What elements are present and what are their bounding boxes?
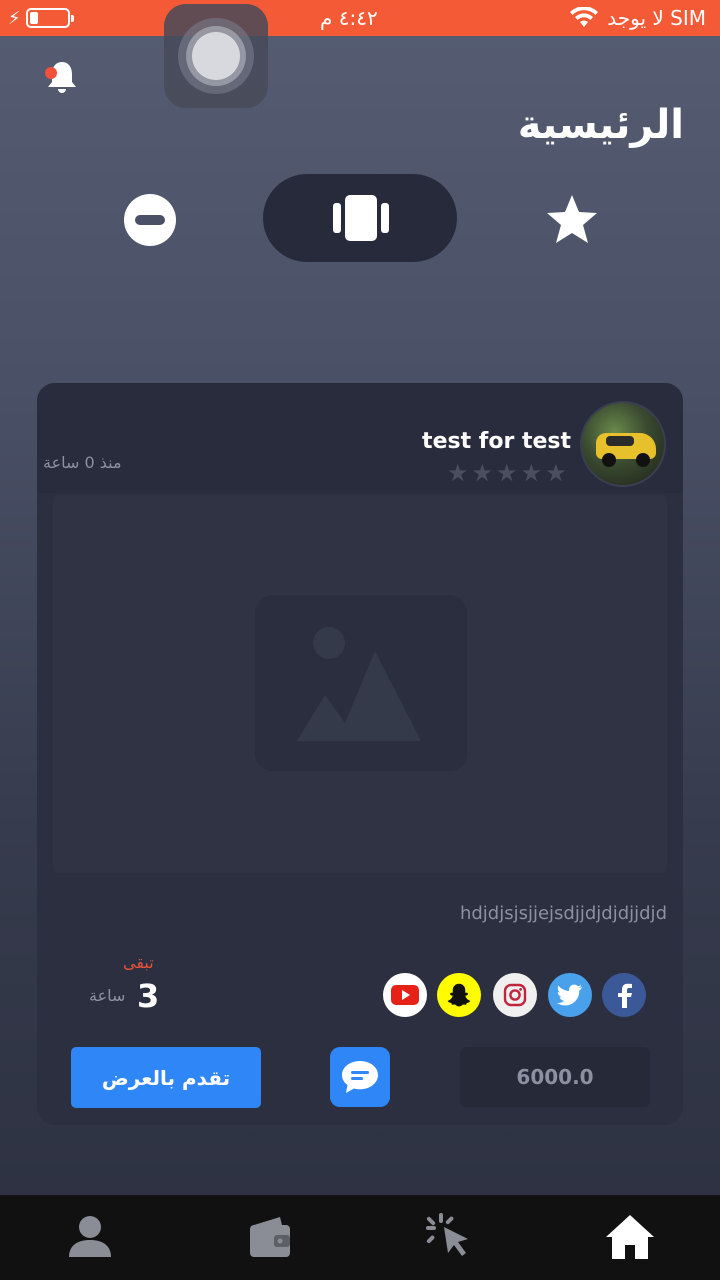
listing-card[interactable]: test for test ★ ★ ★ ★ ★ منذ 0 ساعة hdjdj…: [37, 383, 683, 1125]
remaining-label: تبقى: [123, 953, 154, 972]
page-title: الرئيسية: [517, 102, 684, 148]
star-rating-icon: ★: [447, 459, 469, 487]
youtube-icon[interactable]: [383, 973, 427, 1017]
star-rating-icon: ★: [471, 459, 494, 487]
star-rating-icon: ★: [520, 459, 543, 487]
bottom-nav: [0, 1195, 720, 1280]
wifi-icon: [570, 7, 598, 27]
cards-icon[interactable]: [333, 195, 389, 241]
instagram-icon[interactable]: [493, 973, 537, 1017]
image-placeholder-icon: [255, 595, 467, 771]
status-time: ٤:٤٢ م: [320, 6, 378, 30]
carrier-label: لا يوجد SIM: [607, 6, 706, 30]
listing-image[interactable]: [53, 495, 667, 873]
battery-icon: [26, 8, 74, 28]
remaining-value: 3: [137, 977, 160, 1015]
status-bar: ⚡ ٤:٤٢ م لا يوجد SIM: [0, 0, 720, 36]
snapchat-icon[interactable]: [437, 973, 481, 1017]
avatar[interactable]: [580, 401, 666, 487]
price-field: 6000.0: [460, 1047, 650, 1107]
home-icon[interactable]: [600, 1207, 660, 1267]
notification-bell-icon[interactable]: [42, 58, 82, 98]
auctions-icon[interactable]: [420, 1207, 480, 1267]
facebook-icon[interactable]: [602, 973, 646, 1017]
assistive-touch-button[interactable]: [164, 4, 268, 108]
star-rating-icon: ★: [496, 459, 518, 487]
seller-name[interactable]: test for test: [422, 429, 571, 454]
listing-description: hdjdjsjsjjejsdjjdjdjdjjdjd: [459, 903, 667, 924]
submit-bid-button[interactable]: تقدم بالعرض: [71, 1047, 261, 1108]
minus-circle-icon[interactable]: [124, 194, 176, 246]
profile-icon[interactable]: [60, 1207, 120, 1267]
posted-time: منذ 0 ساعة: [43, 453, 122, 472]
charging-icon: ⚡: [8, 8, 21, 29]
chat-icon: [342, 1061, 378, 1093]
wallet-icon[interactable]: [240, 1207, 300, 1267]
chat-button[interactable]: [330, 1047, 390, 1107]
twitter-icon[interactable]: [548, 973, 592, 1017]
star-icon[interactable]: [544, 192, 600, 248]
remaining-unit: ساعة: [89, 986, 126, 1005]
rating-stars: ★ ★ ★ ★ ★: [447, 461, 567, 485]
star-rating-icon: ★: [545, 459, 567, 487]
